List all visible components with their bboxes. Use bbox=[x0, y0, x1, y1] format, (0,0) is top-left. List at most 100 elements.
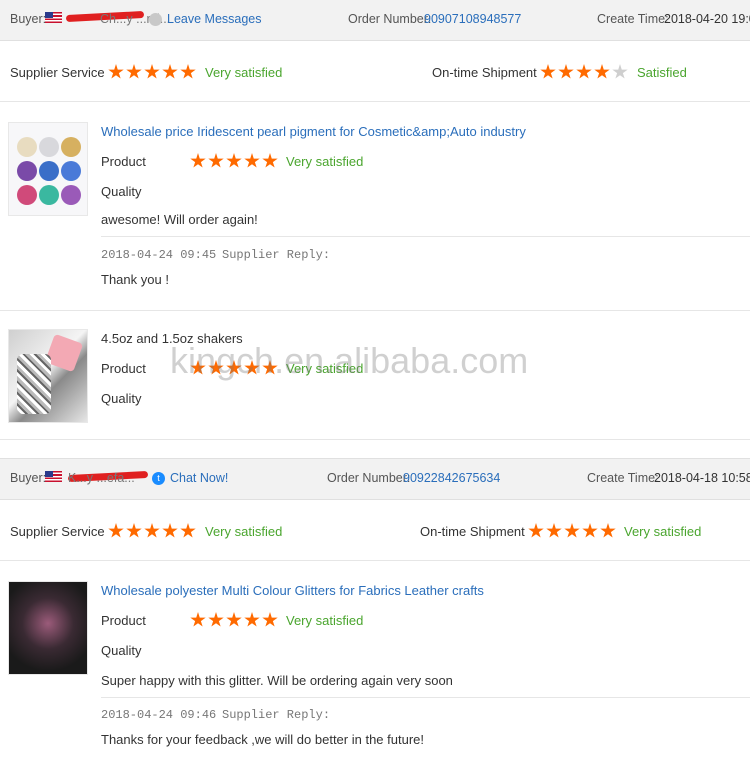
product-stars bbox=[190, 612, 278, 628]
shipment-label: On-time Shipment bbox=[432, 65, 537, 80]
review-text: awesome! Will order again! bbox=[101, 212, 258, 227]
create-time-label: Create Time: bbox=[587, 471, 659, 485]
star-filled-icon bbox=[190, 612, 206, 627]
supplier-service-text: Very satisfied bbox=[205, 524, 283, 539]
star-filled-icon bbox=[262, 360, 278, 375]
supplier-rating-row: Supplier Service Very satisfied On-time … bbox=[0, 41, 750, 102]
reply-date: 2018-04-24 09:46 bbox=[101, 708, 217, 722]
product-thumbnail[interactable] bbox=[8, 581, 88, 675]
supplier-service-label: Supplier Service bbox=[10, 524, 105, 539]
product-title-link[interactable]: Wholesale price Iridescent pearl pigment… bbox=[101, 124, 526, 139]
flag-icon bbox=[45, 12, 62, 23]
star-filled-icon bbox=[162, 523, 178, 538]
shipment-text: Satisfied bbox=[637, 65, 687, 80]
star-filled-icon bbox=[144, 523, 160, 538]
star-filled-icon bbox=[190, 360, 206, 375]
star-filled-icon bbox=[594, 64, 610, 79]
star-filled-icon bbox=[528, 523, 544, 538]
chat-icon[interactable]: t bbox=[152, 472, 165, 485]
star-filled-icon bbox=[126, 64, 142, 79]
supplier-reply-text: Thanks for your feedback ,we will do bet… bbox=[101, 732, 425, 747]
product-label: Product bbox=[101, 613, 146, 628]
star-filled-icon bbox=[244, 360, 260, 375]
order-number-link[interactable]: 90922842675634 bbox=[403, 471, 500, 485]
star-filled-icon bbox=[582, 523, 598, 538]
star-filled-icon bbox=[244, 612, 260, 627]
product-review: Wholesale price Iridescent pearl pigment… bbox=[0, 102, 750, 311]
product-rating-text: Very satisfied bbox=[286, 613, 364, 628]
star-filled-icon bbox=[540, 64, 556, 79]
star-filled-icon bbox=[126, 523, 142, 538]
shipment-text: Very satisfied bbox=[624, 524, 702, 539]
order-number-label: Order Number: bbox=[327, 471, 411, 485]
supplier-service-label: Supplier Service bbox=[10, 65, 105, 80]
quality-label: Quality bbox=[101, 643, 142, 658]
product-thumbnail[interactable] bbox=[8, 329, 88, 423]
chat-now-link[interactable]: Chat Now! bbox=[170, 471, 228, 485]
supplier-service-stars bbox=[108, 64, 196, 80]
star-filled-icon bbox=[108, 523, 124, 538]
star-filled-icon bbox=[226, 612, 242, 627]
star-filled-icon bbox=[180, 523, 196, 538]
order-header: Buyer: K...y ...efa... t Chat Now! Order… bbox=[0, 458, 750, 500]
create-time-label: Create Time: bbox=[597, 12, 669, 26]
shipment-stars bbox=[528, 523, 616, 539]
star-filled-icon bbox=[208, 360, 224, 375]
supplier-reply-label: Supplier Reply: bbox=[222, 708, 331, 722]
create-time-value: 2018-04-18 10:58 bbox=[654, 471, 750, 485]
product-review: Wholesale polyester Multi Colour Glitter… bbox=[0, 561, 750, 781]
supplier-reply-label: Supplier Reply: bbox=[222, 248, 331, 262]
member-icon bbox=[149, 13, 162, 26]
star-filled-icon bbox=[600, 523, 616, 538]
product-label: Product bbox=[101, 361, 146, 376]
quality-label: Quality bbox=[101, 184, 142, 199]
buyer-name: K...y ...efa... bbox=[68, 471, 135, 485]
star-filled-icon bbox=[180, 64, 196, 79]
order-1: Buyer: Ch...y ...rsi... Leave Messages O… bbox=[0, 0, 750, 440]
order-number-label: Order Number: bbox=[348, 12, 432, 26]
star-filled-icon bbox=[546, 523, 562, 538]
product-rating-text: Very satisfied bbox=[286, 154, 364, 169]
star-empty-icon bbox=[612, 64, 628, 79]
buyer-label: Buyer: bbox=[10, 12, 47, 26]
buyer-label: Buyer: bbox=[10, 471, 47, 485]
star-filled-icon bbox=[262, 612, 278, 627]
star-filled-icon bbox=[190, 153, 206, 168]
flag-icon bbox=[45, 471, 62, 482]
product-label: Product bbox=[101, 154, 146, 169]
star-filled-icon bbox=[208, 612, 224, 627]
leave-messages-link[interactable]: Leave Messages bbox=[167, 12, 262, 26]
product-rating-text: Very satisfied bbox=[286, 361, 364, 376]
supplier-rating-row: Supplier Service Very satisfied On-time … bbox=[0, 500, 750, 561]
star-filled-icon bbox=[558, 64, 574, 79]
product-title[interactable]: 4.5oz and 1.5oz shakers bbox=[101, 331, 243, 346]
divider bbox=[101, 236, 750, 237]
divider bbox=[101, 697, 750, 698]
reply-date: 2018-04-24 09:45 bbox=[101, 248, 217, 262]
order-2: Buyer: K...y ...efa... t Chat Now! Order… bbox=[0, 458, 750, 781]
supplier-reply-text: Thank you ! bbox=[101, 272, 169, 287]
star-filled-icon bbox=[576, 64, 592, 79]
supplier-service-text: Very satisfied bbox=[205, 65, 283, 80]
star-filled-icon bbox=[162, 64, 178, 79]
star-filled-icon bbox=[226, 360, 242, 375]
shipment-label: On-time Shipment bbox=[420, 524, 525, 539]
shipment-stars bbox=[540, 64, 628, 80]
star-filled-icon bbox=[564, 523, 580, 538]
star-filled-icon bbox=[144, 64, 160, 79]
star-filled-icon bbox=[226, 153, 242, 168]
star-filled-icon bbox=[208, 153, 224, 168]
create-time-value: 2018-04-20 19:01 bbox=[664, 12, 750, 26]
order-number-link[interactable]: 90907108948577 bbox=[424, 12, 521, 26]
star-filled-icon bbox=[262, 153, 278, 168]
star-filled-icon bbox=[244, 153, 260, 168]
order-header: Buyer: Ch...y ...rsi... Leave Messages O… bbox=[0, 0, 750, 41]
review-text: Super happy with this glitter. Will be o… bbox=[101, 673, 453, 688]
product-title-link[interactable]: Wholesale polyester Multi Colour Glitter… bbox=[101, 583, 484, 598]
product-stars bbox=[190, 153, 278, 169]
product-stars bbox=[190, 360, 278, 376]
product-review: 4.5oz and 1.5oz shakers Product Very sat… bbox=[0, 311, 750, 440]
star-filled-icon bbox=[108, 64, 124, 79]
product-thumbnail[interactable] bbox=[8, 122, 88, 216]
supplier-service-stars bbox=[108, 523, 196, 539]
